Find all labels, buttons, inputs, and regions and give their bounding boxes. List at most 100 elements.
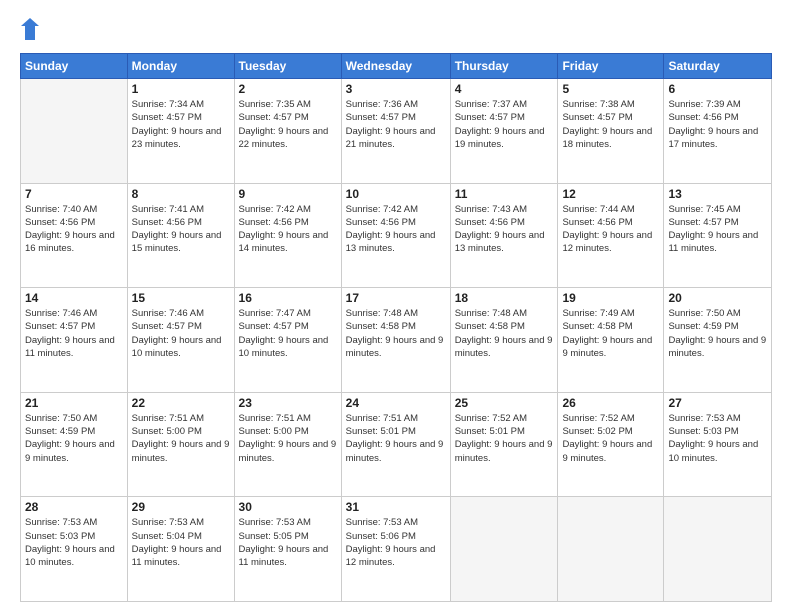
sunset-line: Sunset: 5:03 PM <box>25 530 123 543</box>
sunrise-line: Sunrise: 7:48 AM <box>455 307 554 320</box>
calendar-cell: 9Sunrise: 7:42 AMSunset: 4:56 PMDaylight… <box>234 183 341 288</box>
day-number: 12 <box>562 187 659 201</box>
sunset-line: Sunset: 5:04 PM <box>132 530 230 543</box>
daylight-line: Daylight: 9 hours and 10 minutes. <box>25 543 123 570</box>
sunset-line: Sunset: 4:56 PM <box>562 216 659 229</box>
sunset-line: Sunset: 4:57 PM <box>668 216 767 229</box>
sunset-line: Sunset: 4:56 PM <box>668 111 767 124</box>
calendar-cell: 14 Sunrise: 7:46 AMSunset: 4:57 PMDayligh… <box>21 288 128 393</box>
calendar-cell: 25Sunrise: 7:52 AMSunset: 5:01 PMDayligh… <box>450 392 558 497</box>
sunrise-line: Sunrise: 7:46 AM <box>25 307 123 320</box>
sunrise-line: Sunrise: 7:34 AM <box>132 98 230 111</box>
daylight-line: Daylight: 9 hours and 23 minutes. <box>132 125 230 152</box>
calendar-cell: 26Sunrise: 7:52 AMSunset: 5:02 PMDayligh… <box>558 392 664 497</box>
calendar-cell: 24Sunrise: 7:51 AMSunset: 5:01 PMDayligh… <box>341 392 450 497</box>
calendar-cell: 1 Sunrise: 7:34 AMSunset: 4:57 PMDaylight… <box>127 79 234 184</box>
sunset-line: Sunset: 4:59 PM <box>668 320 767 333</box>
calendar-cell: 12Sunrise: 7:44 AMSunset: 4:56 PMDayligh… <box>558 183 664 288</box>
daylight-line: Daylight: 9 hours and 13 minutes. <box>455 229 554 256</box>
day-number: 5 <box>562 82 659 96</box>
sunset-line: Sunset: 4:58 PM <box>346 320 446 333</box>
calendar-cell: 6Sunrise: 7:39 AMSunset: 4:56 PMDaylight… <box>664 79 772 184</box>
calendar-header-row: SundayMondayTuesdayWednesdayThursdayFrid… <box>21 54 772 79</box>
daylight-line: Daylight: 9 hours and 14 minutes. <box>239 229 337 256</box>
calendar-cell <box>664 497 772 602</box>
calendar-cell: 18Sunrise: 7:48 AMSunset: 4:58 PMDayligh… <box>450 288 558 393</box>
sunrise-line: Sunrise: 7:36 AM <box>346 98 446 111</box>
daylight-line: Daylight: 9 hours and 9 minutes. <box>25 438 123 465</box>
calendar-cell: 13Sunrise: 7:45 AMSunset: 4:57 PMDayligh… <box>664 183 772 288</box>
sunrise-line: Sunrise: 7:51 AM <box>346 412 446 425</box>
daylight-line: Daylight: 9 hours and 9 minutes. <box>346 438 446 465</box>
calendar-cell: 8Sunrise: 7:41 AMSunset: 4:56 PMDaylight… <box>127 183 234 288</box>
day-number: 23 <box>239 396 337 410</box>
day-number: 11 <box>455 187 554 201</box>
sunrise-line: Sunrise: 7:46 AM <box>132 307 230 320</box>
sunrise-line: Sunrise: 7:35 AM <box>239 98 337 111</box>
day-number: 17 <box>346 291 446 305</box>
calendar-week-row: 14Sunrise: 7:46 AMSunset: 4:57 PMDayligh… <box>21 288 772 393</box>
sunset-line: Sunset: 5:02 PM <box>562 425 659 438</box>
sunset-line: Sunset: 4:57 PM <box>346 111 446 124</box>
daylight-line: Daylight: 9 hours and 9 minutes. <box>455 438 554 465</box>
calendar-cell: 3Sunrise: 7:36 AMSunset: 4:57 PMDaylight… <box>341 79 450 184</box>
daylight-line: Daylight: 9 hours and 10 minutes. <box>132 334 230 361</box>
day-number: 21 <box>25 396 123 410</box>
daylight-line: Daylight: 9 hours and 15 minutes. <box>132 229 230 256</box>
daylight-line: Daylight: 9 hours and 13 minutes. <box>346 229 446 256</box>
calendar-cell: 2Sunrise: 7:35 AMSunset: 4:57 PMDaylight… <box>234 79 341 184</box>
sunrise-line: Sunrise: 7:51 AM <box>132 412 230 425</box>
day-number: 9 <box>239 187 337 201</box>
daylight-line: Daylight: 9 hours and 9 minutes. <box>668 334 767 361</box>
daylight-line: Daylight: 9 hours and 11 minutes. <box>239 543 337 570</box>
calendar-cell: 11Sunrise: 7:43 AMSunset: 4:56 PMDayligh… <box>450 183 558 288</box>
daylight-line: Daylight: 9 hours and 22 minutes. <box>239 125 337 152</box>
sunrise-line: Sunrise: 7:53 AM <box>239 516 337 529</box>
logo <box>20 18 41 45</box>
day-number: 14 <box>25 291 123 305</box>
calendar-cell <box>21 79 128 184</box>
sunset-line: Sunset: 4:57 PM <box>239 320 337 333</box>
calendar-cell: 21Sunrise: 7:50 AMSunset: 4:59 PMDayligh… <box>21 392 128 497</box>
sunset-line: Sunset: 4:57 PM <box>25 320 123 333</box>
calendar-week-row: 1Sunrise: 7:34 AMSunset: 4:57 PMDaylight… <box>21 79 772 184</box>
sunrise-line: Sunrise: 7:42 AM <box>346 203 446 216</box>
sunset-line: Sunset: 4:56 PM <box>239 216 337 229</box>
calendar-cell: 28Sunrise: 7:53 AMSunset: 5:03 PMDayligh… <box>21 497 128 602</box>
daylight-line: Daylight: 9 hours and 10 minutes. <box>668 438 767 465</box>
sunrise-line: Sunrise: 7:51 AM <box>239 412 337 425</box>
sunrise-line: Sunrise: 7:40 AM <box>25 203 123 216</box>
daylight-line: Daylight: 9 hours and 11 minutes. <box>132 543 230 570</box>
sunset-line: Sunset: 5:01 PM <box>346 425 446 438</box>
daylight-line: Daylight: 9 hours and 9 minutes. <box>346 334 446 361</box>
sunrise-line: Sunrise: 7:52 AM <box>455 412 554 425</box>
daylight-line: Daylight: 9 hours and 17 minutes. <box>668 125 767 152</box>
day-number: 4 <box>455 82 554 96</box>
calendar-cell <box>558 497 664 602</box>
sunset-line: Sunset: 4:57 PM <box>239 111 337 124</box>
day-number: 10 <box>346 187 446 201</box>
sunset-line: Sunset: 4:57 PM <box>132 111 230 124</box>
sunrise-line: Sunrise: 7:52 AM <box>562 412 659 425</box>
daylight-line: Daylight: 9 hours and 11 minutes. <box>25 334 123 361</box>
sunset-line: Sunset: 4:56 PM <box>132 216 230 229</box>
calendar-week-row: 7Sunrise: 7:40 AMSunset: 4:56 PMDaylight… <box>21 183 772 288</box>
page: SundayMondayTuesdayWednesdayThursdayFrid… <box>0 0 792 612</box>
sunrise-line: Sunrise: 7:37 AM <box>455 98 554 111</box>
day-number: 19 <box>562 291 659 305</box>
calendar-cell: 22Sunrise: 7:51 AMSunset: 5:00 PMDayligh… <box>127 392 234 497</box>
sunrise-line: Sunrise: 7:43 AM <box>455 203 554 216</box>
header <box>20 18 772 45</box>
sunset-line: Sunset: 4:58 PM <box>562 320 659 333</box>
calendar-cell: 16Sunrise: 7:47 AMSunset: 4:57 PMDayligh… <box>234 288 341 393</box>
weekday-header: Friday <box>558 54 664 79</box>
calendar-cell: 7Sunrise: 7:40 AMSunset: 4:56 PMDaylight… <box>21 183 128 288</box>
sunset-line: Sunset: 5:00 PM <box>132 425 230 438</box>
weekday-header: Tuesday <box>234 54 341 79</box>
day-number: 15 <box>132 291 230 305</box>
sunrise-line: Sunrise: 7:50 AM <box>25 412 123 425</box>
daylight-line: Daylight: 9 hours and 9 minutes. <box>562 438 659 465</box>
day-number: 3 <box>346 82 446 96</box>
sunrise-line: Sunrise: 7:45 AM <box>668 203 767 216</box>
day-number: 1 <box>132 82 230 96</box>
